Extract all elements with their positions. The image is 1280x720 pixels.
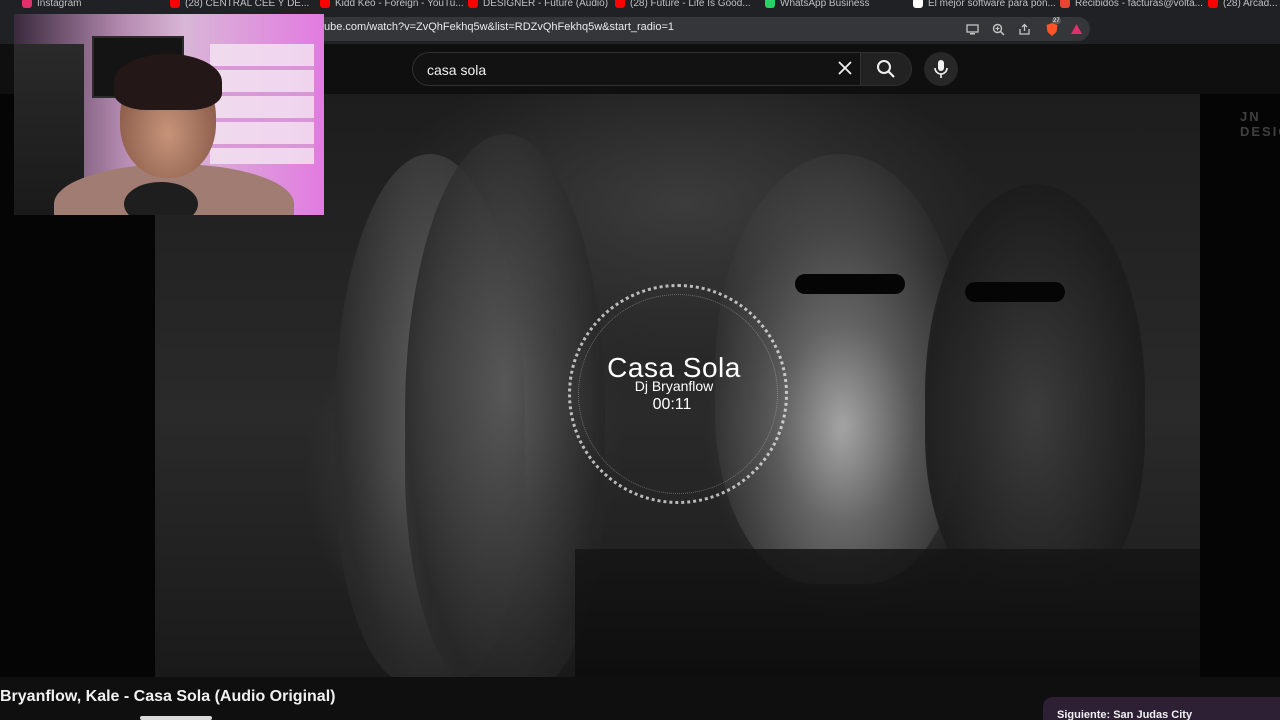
artwork-figure [925,184,1145,604]
voice-search-button[interactable] [924,52,958,86]
design-watermark: JN DESIGN [1240,109,1280,139]
search-input[interactable]: casa sola [412,52,866,86]
up-next-card[interactable]: Siguiente: San Judas City [1043,697,1280,720]
song-artist: Dj Bryanflow [634,378,714,394]
youtube-icon [468,0,478,8]
diamond-icon [913,0,923,8]
gmail-icon [1060,0,1070,8]
scroll-indicator [140,716,212,720]
webcam-background [210,44,314,164]
microphone-icon [934,60,948,78]
audio-visualizer-ring [578,294,778,494]
bookmark-item[interactable]: (28) Arcad... [1208,0,1277,10]
bookmark-item[interactable]: (28) CENTRAL CEE Y DE... [170,0,309,10]
search-button[interactable] [860,52,912,86]
bookmark-item[interactable]: El mejor software para pon... [913,0,1056,10]
youtube-icon [615,0,625,8]
bookmark-item[interactable]: (28) Future - Life Is Good... [615,0,751,10]
artwork-detail [795,274,905,294]
youtube-icon [1208,0,1218,8]
close-icon [838,61,852,75]
brave-badge: 27 [1052,18,1061,24]
search-query: casa sola [427,62,487,78]
cast-icon[interactable] [964,21,980,37]
youtube-icon [320,0,330,8]
bookmark-item[interactable]: WhatsApp Business [765,0,870,10]
search-icon [877,60,895,78]
share-icon[interactable] [1016,21,1032,37]
url-text: ube.com/watch?v=ZvQhFekhq5w&list=RDZvQhF… [324,21,675,33]
artwork-detail [575,549,1200,677]
bookmark-item[interactable]: Kidd Keo - Foreign - YouTu... [320,0,464,10]
up-next-label: Siguiente: San Judas City [1057,709,1193,720]
bookmark-item[interactable]: Instagram [22,0,81,10]
brave-rewards-icon[interactable] [1068,21,1084,37]
video-title: Bryanflow, Kale - Casa Sola (Audio Origi… [0,688,336,705]
brave-shields-icon[interactable]: 27 [1042,18,1062,37]
artwork-detail [965,282,1065,302]
clear-search-button[interactable] [832,56,858,80]
bookmark-item[interactable]: DESIGNER - Future (Audio) [468,0,608,10]
bookmarks-bar: Instagram (28) CENTRAL CEE Y DE... Kidd … [0,0,1280,14]
song-timestamp: 00:11 [652,396,692,413]
instagram-icon [22,0,32,8]
streamer-hair [114,54,222,110]
youtube-icon [170,0,180,8]
zoom-icon[interactable] [990,21,1006,37]
bookmark-item[interactable]: Recibidos - facturas@volta... [1060,0,1203,10]
whatsapp-icon [765,0,775,8]
webcam-overlay [14,14,324,215]
